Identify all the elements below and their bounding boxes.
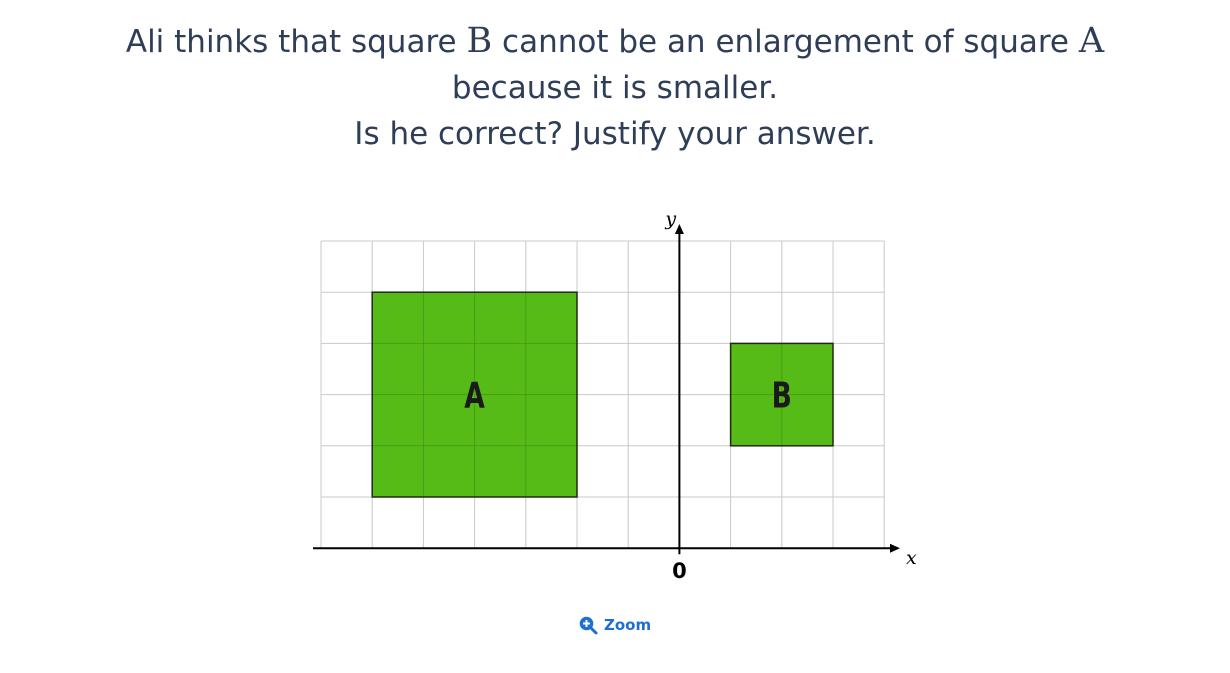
question-line-3: Is he correct? Justify your answer.: [354, 116, 876, 152]
question-text: Ali thinks that square B cannot be an en…: [0, 18, 1230, 157]
square-a-label: A: [464, 374, 485, 417]
coordinate-grid-figure: A Bx y 0: [300, 200, 920, 590]
square-b-label: B: [772, 374, 792, 417]
y-axis-label: y: [664, 208, 676, 230]
question-line-2: because it is smaller.: [451, 70, 779, 106]
question-line-1: Ali thinks that square B cannot be an en…: [0, 18, 1230, 65]
origin-label: 0: [672, 559, 687, 583]
x-axis-label: x: [906, 547, 917, 569]
zoom-in-icon: [579, 616, 598, 635]
x-axis-arrow-icon: [890, 543, 900, 553]
zoom-button[interactable]: Zoom: [578, 615, 651, 635]
math-symbol-a: A: [1078, 21, 1105, 61]
y-axis-arrow-icon: [674, 224, 684, 234]
math-symbol-b: B: [466, 21, 493, 61]
question-text-part: cannot be an enlargement of square: [492, 24, 1079, 60]
grid-diagram: A Bx y 0: [313, 208, 917, 583]
zoom-label: Zoom: [604, 616, 652, 634]
question-text-part: Ali thinks that square: [125, 24, 467, 60]
